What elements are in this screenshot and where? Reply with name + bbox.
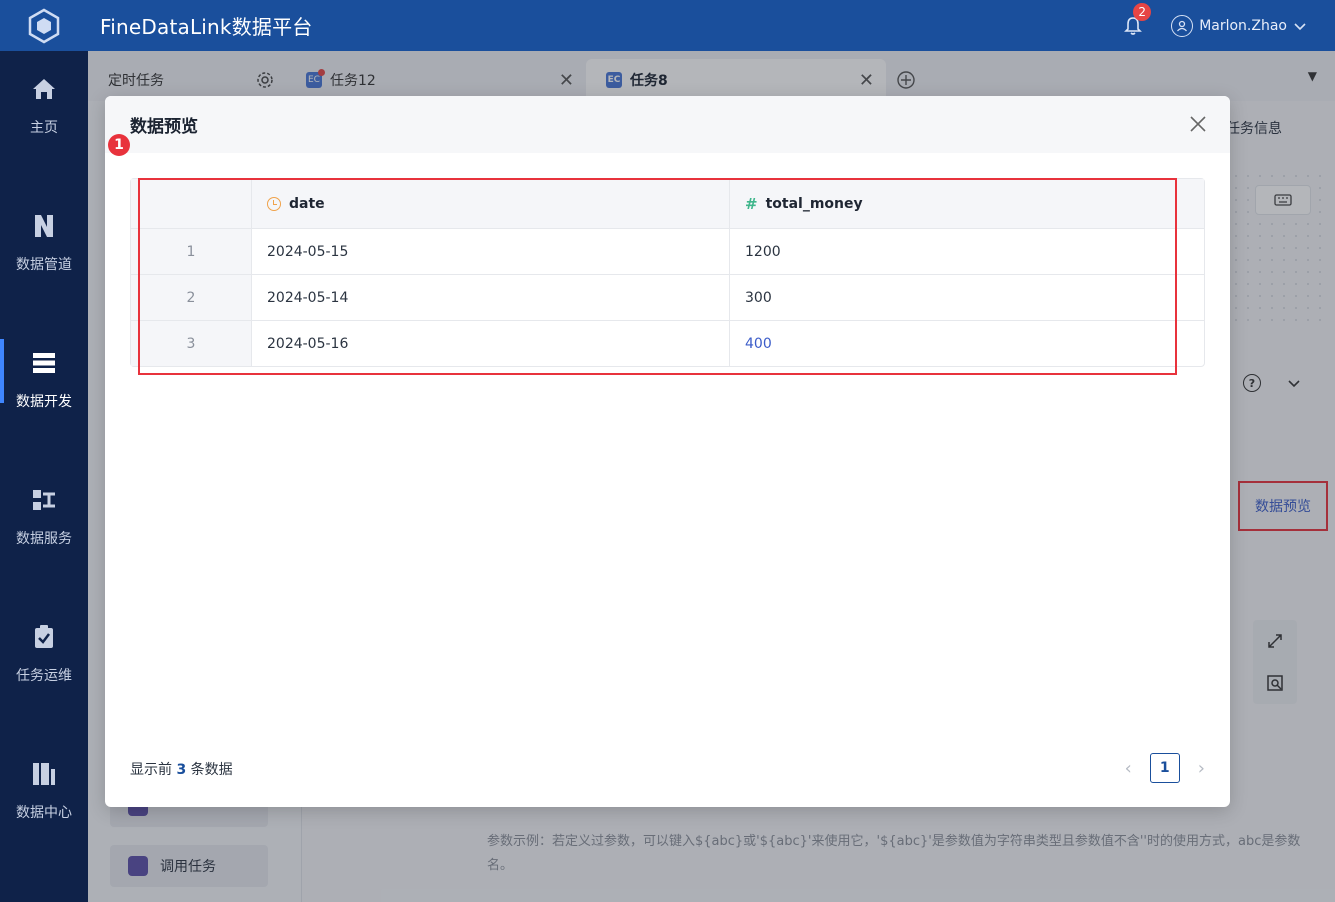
user-menu[interactable]: Marlon.Zhao — [1171, 14, 1307, 37]
logo-icon — [28, 8, 60, 43]
nav-item-service[interactable]: 数据服务 — [0, 462, 88, 572]
notification-badge: 2 — [1133, 2, 1152, 21]
modal-title: 数据预览 — [105, 96, 1230, 153]
nav-item-home[interactable]: 主页 — [0, 51, 88, 161]
close-button[interactable] — [1186, 112, 1210, 136]
home-icon — [30, 75, 58, 103]
pipeline-icon — [30, 212, 58, 240]
highlight-box — [138, 178, 1177, 375]
nav-item-dev[interactable]: 数据开发 — [0, 325, 88, 435]
nav-label: 任务运维 — [16, 668, 72, 684]
ops-icon — [30, 623, 58, 651]
pagination: ‹ 1 › — [1125, 753, 1205, 783]
nav-label: 数据开发 — [16, 394, 72, 410]
app-title: FineDataLink数据平台 — [100, 15, 313, 39]
user-name: Marlon.Zhao — [1199, 17, 1287, 34]
nav-item-pipeline[interactable]: 数据管道 — [0, 188, 88, 298]
datacenter-icon — [30, 760, 58, 788]
row-count-text: 显示前 3 条数据 — [130, 762, 233, 778]
prev-page-icon[interactable]: ‹ — [1125, 758, 1132, 779]
chevron-down-icon — [1294, 22, 1306, 30]
app-logo[interactable] — [0, 0, 88, 51]
side-nav: 主页 数据管道 数据开发 数据服务 任务运维 数据中心 — [0, 51, 88, 902]
notification-bell[interactable]: 2 — [1121, 2, 1152, 38]
nav-label: 数据服务 — [16, 531, 72, 547]
nav-item-ops[interactable]: 任务运维 — [0, 599, 88, 709]
nav-label: 主页 — [30, 120, 58, 136]
dev-icon — [30, 349, 58, 377]
page-number[interactable]: 1 — [1149, 753, 1180, 783]
nav-label: 数据管道 — [16, 257, 72, 273]
nav-item-datacenter[interactable]: 数据中心 — [0, 736, 88, 846]
avatar-icon — [1171, 14, 1194, 37]
service-icon — [30, 486, 58, 514]
annotation-marker-1: 1 — [108, 134, 130, 156]
next-page-icon[interactable]: › — [1198, 758, 1205, 779]
close-icon — [1190, 116, 1206, 132]
nav-label: 数据中心 — [16, 805, 72, 821]
top-bar: FineDataLink数据平台 2 Marlon.Zhao — [0, 0, 1335, 51]
